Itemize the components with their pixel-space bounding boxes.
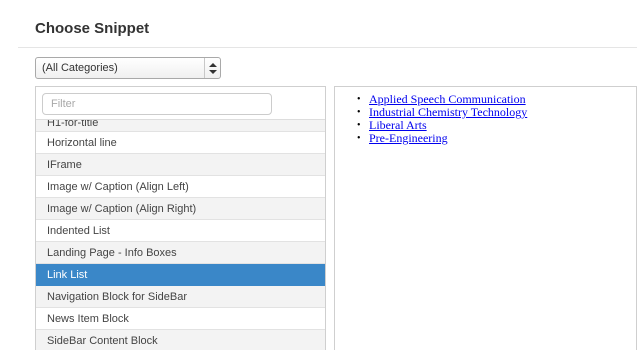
- snippet-list-item[interactable]: News Item Block: [36, 308, 325, 330]
- snippet-list-panel: H1-for-titleHorizontal lineIFrameImage w…: [35, 86, 326, 350]
- snippet-list-item[interactable]: Indented List: [36, 220, 325, 242]
- preview-link[interactable]: Applied Speech Communication: [369, 92, 526, 106]
- title-divider: [18, 47, 637, 48]
- snippet-list-item[interactable]: Navigation Block for SideBar: [36, 286, 325, 308]
- snippet-list-item[interactable]: Image w/ Caption (Align Right): [36, 198, 325, 220]
- category-select[interactable]: (All Categories): [35, 57, 221, 79]
- preview-link-list: • Applied Speech Communication • Industrial…: [357, 93, 527, 145]
- snippet-list-item[interactable]: Landing Page - Info Boxes: [36, 242, 325, 264]
- disc-bullet-icon: •: [357, 133, 361, 144]
- snippet-list-item[interactable]: H1-for-title: [36, 120, 325, 132]
- snippet-list-item[interactable]: Link List: [36, 264, 325, 286]
- snippet-list-item[interactable]: SideBar Content Block: [36, 330, 325, 350]
- updown-arrow-icon[interactable]: [204, 58, 220, 78]
- snippet-list[interactable]: H1-for-title Horizontal line IFrame Image w…: [36, 119, 325, 350]
- preview-link[interactable]: Pre-Engineering: [369, 131, 448, 145]
- dialog-title: Choose Snippet: [35, 20, 150, 37]
- snippet-preview-panel: • Applied Speech Communication • Industrial…: [334, 86, 637, 350]
- category-select-value: (All Categories): [42, 62, 118, 74]
- filter-input[interactable]: [42, 93, 272, 115]
- disc-bullet-icon: •: [357, 94, 361, 105]
- disc-bullet-icon: •: [357, 107, 361, 118]
- snippet-list-item[interactable]: Horizontal line: [36, 132, 325, 154]
- snippet-list-item[interactable]: Image w/ Caption (Align Left): [36, 176, 325, 198]
- disc-bullet-icon: •: [357, 120, 361, 131]
- snippet-list-item[interactable]: IFrame: [36, 154, 325, 176]
- preview-link[interactable]: Industrial Chemistry Technology: [369, 105, 527, 119]
- preview-list-item: • Pre-Engineering: [357, 132, 527, 145]
- choose-snippet-dialog: Choose Snippet (All Categories) H1-for-t…: [18, 0, 637, 350]
- preview-link[interactable]: Liberal Arts: [369, 118, 427, 132]
